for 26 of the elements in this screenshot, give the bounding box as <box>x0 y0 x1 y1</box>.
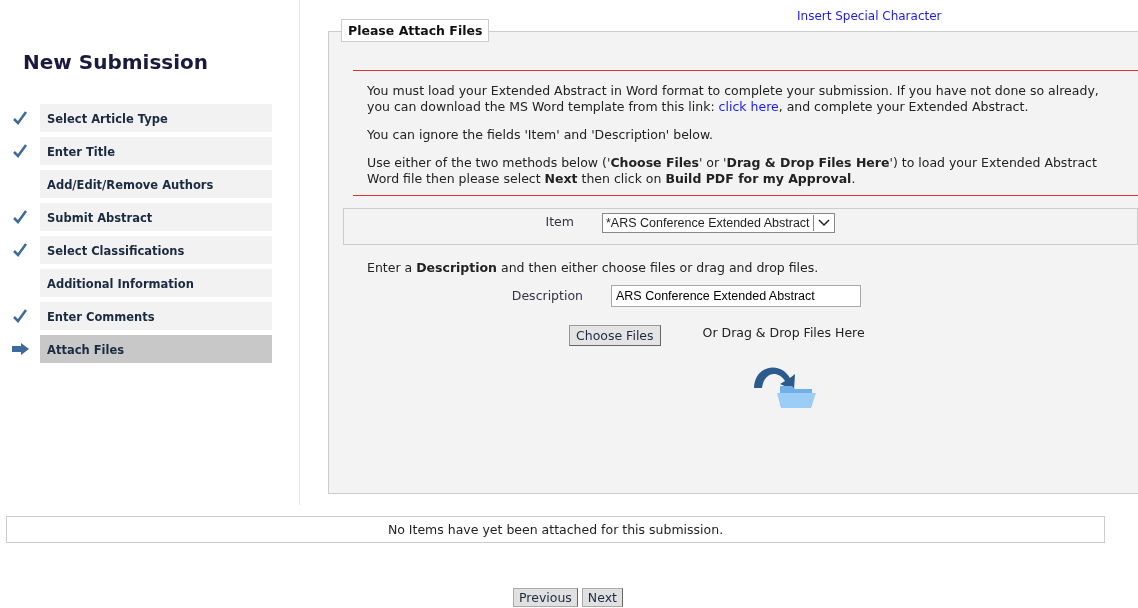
instruction-paragraph: Use either of the two methods below ('Choose Files' or 'Drag & Drop Files Here') to load your Extended Abstract Word file then please select Next then click on Build PDF for my Approval. <box>367 155 1098 187</box>
sidebar-step[interactable]: Enter Title <box>40 137 272 165</box>
item-label: Item <box>544 213 574 231</box>
item-select[interactable]: *ARS Conference Extended Abstract <box>602 213 835 233</box>
sidebar-step[interactable]: Select Article Type <box>40 104 272 132</box>
click-here-link[interactable]: click here <box>718 99 779 114</box>
sidebar-step[interactable]: Submit Abstract <box>40 203 272 231</box>
sidebar-step[interactable]: Select Classifications <box>40 236 272 264</box>
choose-files-button[interactable]: Choose Files <box>569 325 661 346</box>
sidebar-step[interactable]: Additional Information <box>40 269 272 297</box>
description-input[interactable]: ARS Conference Extended Abstract <box>611 285 861 307</box>
instruction-paragraph: You can ignore the fields 'Item' and 'Description' below. <box>367 127 715 143</box>
sidebar-step[interactable]: Enter Comments <box>40 302 272 330</box>
description-label: Description <box>510 287 583 305</box>
drop-zone-label: Or Drag & Drop Files Here <box>702 325 865 340</box>
right-arrow-icon <box>11 343 29 355</box>
page-title: New Submission <box>23 50 210 74</box>
sidebar-step[interactable]: Attach Files <box>40 335 272 363</box>
panel-legend: Please Attach Files <box>341 19 490 42</box>
nav-button[interactable]: Previous <box>513 588 578 607</box>
special-character-link[interactable]: Insert Special Character <box>797 7 942 25</box>
attachments-message: No Items have yet been attached for this submission. <box>6 516 1105 543</box>
description-instruction: Enter a Description and then either choose files or drag and drop files. <box>367 260 820 275</box>
nav-button[interactable]: Next <box>581 588 623 607</box>
intro-paragraph: You must load your Extended Abstract in Word format to complete your submission. If you have not done so already, you can download the MS Word template from this link: click here, and complete your Extended Abstract. <box>367 83 1100 115</box>
sidebar-step[interactable]: Add/Edit/Remove Authors <box>40 170 272 198</box>
